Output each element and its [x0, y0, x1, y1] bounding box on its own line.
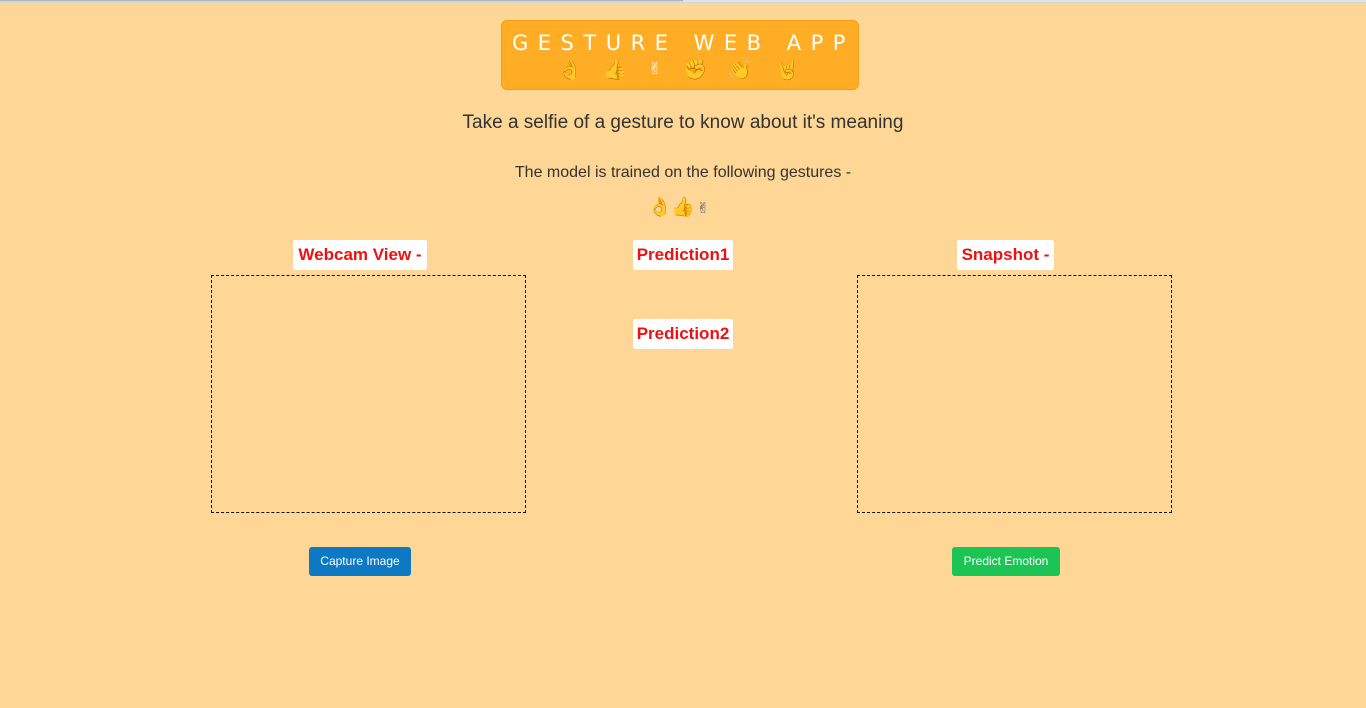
- thumbs-up-icon: 👍: [671, 197, 695, 218]
- capture-image-button[interactable]: Capture Image: [309, 547, 411, 576]
- snapshot-label: Snapshot -: [957, 240, 1054, 270]
- victory-hand-icon: ✌: [696, 200, 710, 217]
- victory-hand-icon: ✌: [648, 61, 662, 78]
- thumbs-up-icon: 👍: [602, 59, 628, 81]
- prediction1-label: Prediction1: [633, 240, 733, 270]
- ok-hand-icon: 👌: [557, 59, 583, 81]
- app-title: GESTURE WEB APP: [512, 31, 855, 55]
- clapping-hands-icon: 👏: [727, 59, 753, 81]
- app-title-banner: GESTURE WEB APP 👌 👍 ✌ ✊ 👏 🤘: [501, 20, 859, 90]
- page-subtitle: Take a selfie of a gesture to know about…: [462, 112, 904, 133]
- rock-on-icon: 🤘: [774, 59, 800, 81]
- browser-top-border-segment: [683, 0, 1366, 2]
- raised-fist-icon: ✊: [682, 59, 708, 81]
- predict-emotion-button[interactable]: Predict Emotion: [952, 547, 1060, 576]
- trained-gestures-text: The model is trained on the following ge…: [514, 164, 852, 181]
- webcam-view-label: Webcam View -: [293, 240, 427, 270]
- webcam-view-frame: [211, 275, 526, 513]
- snapshot-frame: [857, 275, 1172, 513]
- prediction2-label: Prediction2: [633, 319, 733, 349]
- ok-hand-icon: 👌: [648, 197, 672, 218]
- trained-gestures-list: 👌👍 ✌: [648, 195, 712, 221]
